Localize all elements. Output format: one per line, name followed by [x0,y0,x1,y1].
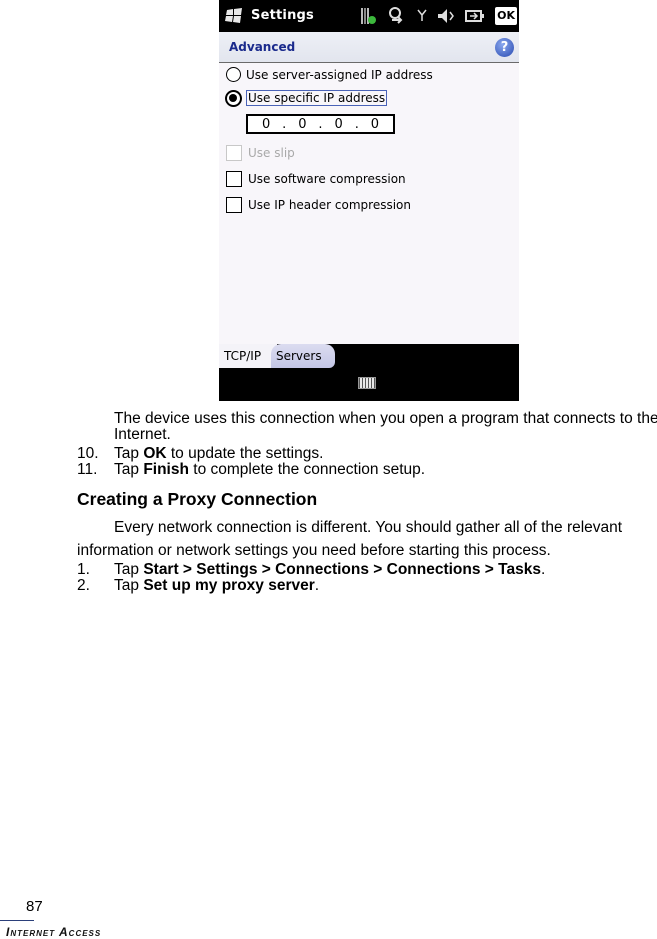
connectivity-icon[interactable] [387,6,407,26]
option-label: Use IP header compression [248,198,411,212]
status-icons: OK [361,5,517,27]
footer-divider [0,920,34,921]
ip-octet-2[interactable]: 0 [298,117,306,132]
ip-octet-3[interactable]: 0 [334,117,342,132]
page-title: Advanced [229,40,296,54]
signal-bars-icon[interactable] [361,7,377,25]
page-header: Advanced ? [219,32,519,63]
step-text: Tap OK to update the settings. [114,445,324,462]
radio-button-selected[interactable] [226,90,241,106]
option-label: Use software compression [248,172,406,186]
body-line: Every network connection is different. Y… [114,519,623,536]
ok-button[interactable]: OK [495,7,517,25]
help-icon[interactable]: ? [495,38,514,57]
section-heading: Creating a Proxy Connection [77,489,318,509]
keyboard-icon[interactable] [358,377,376,389]
checkbox[interactable] [226,171,242,187]
checkbox-software-compression[interactable]: Use software compression [226,171,406,187]
checkbox[interactable] [226,197,242,213]
step-number: 11. [77,461,98,478]
battery-charging-icon[interactable] [465,9,485,23]
soft-key-bar [219,368,519,401]
footer-section-title: Internet Access [6,925,102,939]
ip-dot: . [354,116,359,132]
checkbox-ip-header-compression[interactable]: Use IP header compression [226,197,411,213]
step-number: 10. [77,445,99,462]
radio-specific-ip[interactable]: Use specific IP address [226,90,388,106]
step-item: 11. Tap Finish to complete the connectio… [77,461,425,478]
ip-dot: . [282,116,287,132]
radio-button[interactable] [226,67,241,82]
step-number: 2. [77,577,90,594]
ip-octet-1[interactable]: 0 [262,117,270,132]
checkbox [226,145,242,161]
option-label: Use server-assigned IP address [246,67,433,82]
device-screenshot: Settings OK Advanced ? Use server-assign… [219,0,519,401]
step-number: 1. [77,561,90,578]
ip-address-input[interactable]: 0 . 0 . 0 . 0 [246,114,395,134]
intro-paragraph: The device uses this connection when you… [114,410,657,443]
step-item: 2. Tap Set up my proxy server. [77,577,319,594]
tab-tcpip[interactable]: TCP/IP [219,344,277,368]
ip-dot: . [318,116,323,132]
antenna-icon[interactable] [417,9,427,23]
page-number: 87 [26,898,43,915]
step-text: Tap Finish to complete the connection se… [114,461,426,478]
speaker-muted-icon[interactable] [437,8,455,24]
radio-server-assigned-ip[interactable]: Use server-assigned IP address [226,67,433,82]
checkbox-use-slip: Use slip [226,145,295,161]
option-label: Use slip [248,146,295,160]
body-line: information or network settings you need… [77,542,551,559]
step-text: Tap Start > Settings > Connections > Con… [114,561,546,578]
ip-octet-4[interactable]: 0 [371,117,379,132]
tab-servers[interactable]: Servers [271,344,335,368]
body-paragraph: Every network connection is different. Y… [77,516,657,562]
option-label: Use specific IP address [246,90,388,106]
step-item: 1. Tap Start > Settings > Connections > … [77,561,545,578]
step-text: Tap Set up my proxy server. [114,577,320,594]
app-title: Settings [251,8,314,23]
step-item: 10. Tap OK to update the settings. [77,445,323,462]
windows-start-icon[interactable] [225,7,243,24]
title-bar: Settings OK [219,0,519,32]
